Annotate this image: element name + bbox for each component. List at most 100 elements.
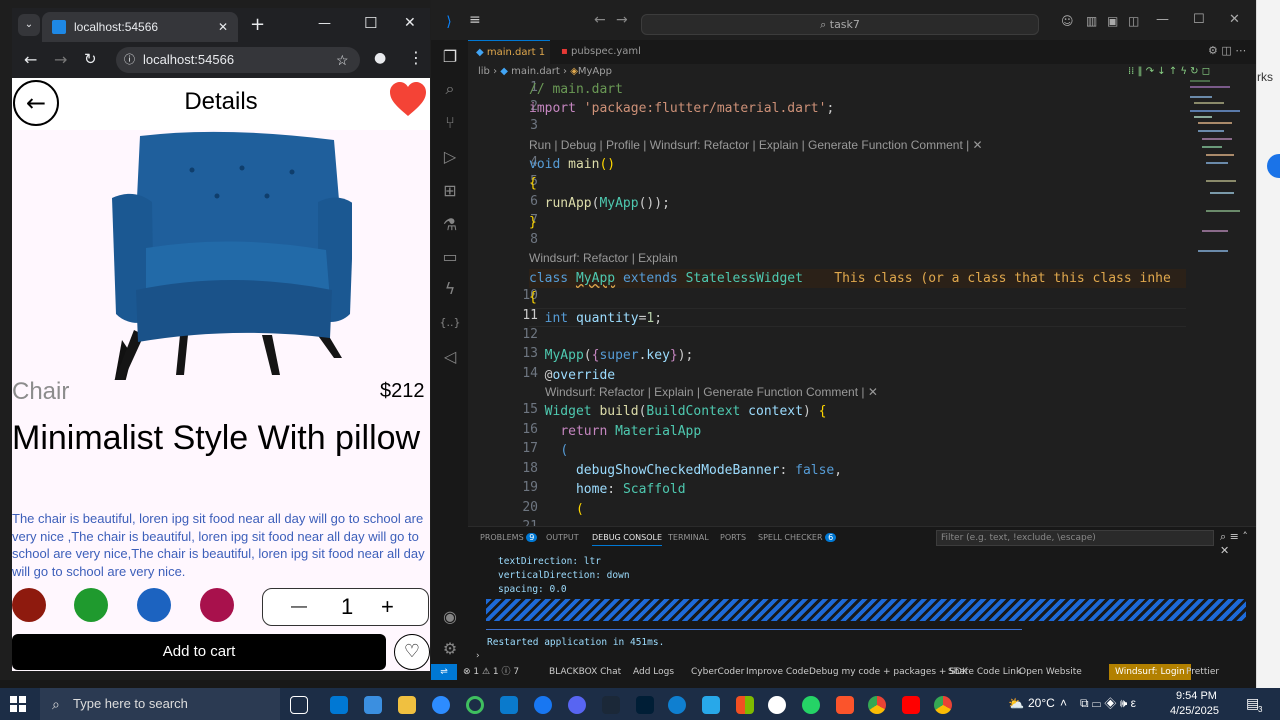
debug-toolbar[interactable]: ⁞⁞ ‖ ↷ ↓ ↑ ϟ ↻ ◻	[1128, 64, 1210, 80]
forward-arrow-icon[interactable]: →	[616, 12, 628, 28]
discord-icon[interactable]	[568, 696, 586, 714]
youtube-icon[interactable]	[902, 696, 920, 714]
console-filter-input[interactable]: Filter (e.g. text, !exclude, \escape)	[936, 530, 1214, 546]
status-open-website[interactable]: Open Website	[1019, 664, 1082, 680]
vscode-taskbar-icon[interactable]	[500, 696, 518, 714]
codelens-myapp[interactable]: Windsurf: Refactor | Explain	[529, 251, 678, 265]
color-swatch-blue[interactable]	[137, 588, 171, 622]
steam-icon[interactable]	[602, 696, 620, 714]
task-view-icon[interactable]	[290, 696, 308, 714]
chrome-active-icon[interactable]	[934, 696, 952, 714]
site-info-icon[interactable]: ⓘ	[124, 47, 135, 73]
minimize-icon[interactable]: —	[1156, 12, 1169, 27]
address-bar[interactable]: ⓘ localhost:54566 ☆	[116, 47, 360, 73]
breadcrumb-item[interactable]: lib	[478, 66, 490, 77]
windows-start-icon[interactable]	[10, 696, 26, 712]
close-icon[interactable]: ✕	[1229, 12, 1240, 27]
telegram-icon[interactable]	[702, 696, 720, 714]
tray-chevron-icon[interactable]: ˄	[1060, 696, 1067, 710]
run-debug-icon[interactable]: ▷	[439, 146, 461, 168]
breadcrumb-item[interactable]: MyApp	[578, 66, 612, 77]
profile-icon[interactable]: ●	[374, 50, 386, 66]
status-cybercoder[interactable]: CyberCoder	[691, 664, 744, 680]
panel-tab-spell-checker[interactable]: SPELL CHECKER 6	[758, 533, 837, 542]
microsoft-apps-icon[interactable]	[736, 696, 754, 714]
zoom-icon[interactable]	[432, 696, 450, 714]
mail-icon[interactable]	[364, 696, 382, 714]
new-tab-button[interactable]: +	[250, 14, 265, 35]
brave-icon[interactable]	[836, 696, 854, 714]
account-icon[interactable]: ◉	[439, 606, 461, 628]
status-blackbox-chat[interactable]: BLACKBOX Chat	[549, 664, 621, 680]
console-prompt-icon[interactable]: ›	[476, 651, 480, 661]
copilot-icon[interactable]: ☺	[1061, 14, 1074, 28]
refresh-app-icon[interactable]	[466, 696, 484, 714]
clock-date[interactable]: 4/25/2025	[1170, 705, 1219, 717]
minimize-button[interactable]: —	[318, 16, 331, 31]
panel-tab-terminal[interactable]: TERMINAL	[668, 533, 709, 542]
flutter-icon[interactable]: ◁	[439, 346, 461, 368]
file-explorer-icon[interactable]	[398, 696, 416, 714]
tab-pubspec[interactable]: ▪ pubspec.yaml	[553, 40, 653, 64]
panel-tab-debug-console[interactable]: DEBUG CONSOLE	[592, 533, 663, 546]
decrement-button[interactable]: —	[291, 598, 307, 616]
favorite-heart-icon[interactable]	[388, 80, 428, 120]
reload-icon[interactable]: ↻	[84, 50, 97, 68]
facebook-icon[interactable]	[534, 696, 552, 714]
back-arrow-icon[interactable]: ←	[24, 50, 37, 69]
color-swatch-magenta[interactable]	[200, 588, 234, 622]
back-arrow-icon[interactable]: ←	[594, 12, 606, 28]
panel-tab-ports[interactable]: PORTS	[720, 533, 746, 542]
chrome-icon[interactable]	[868, 696, 886, 714]
wishlist-button[interactable]: ♡	[394, 634, 430, 670]
maximize-icon[interactable]: ☐	[1193, 12, 1205, 27]
status-add-logs[interactable]: Add Logs	[633, 664, 674, 680]
remote-icon[interactable]: ▭	[439, 246, 461, 268]
editor-actions[interactable]: ⚙ ◫ ⋯	[1208, 44, 1246, 57]
codelens-main[interactable]: Run | Debug | Profile | Windsurf: Refact…	[529, 138, 983, 152]
panel-tab-problems[interactable]: PROBLEMS 9	[480, 533, 538, 542]
search-view-icon[interactable]: ⌕	[439, 78, 461, 100]
json-icon[interactable]: {..}	[439, 312, 461, 334]
panel-actions[interactable]: ⌕ ≡ ˄ ✕	[1220, 530, 1256, 557]
photoshop-icon[interactable]	[636, 696, 654, 714]
color-swatch-green[interactable]	[74, 588, 108, 622]
clock-time[interactable]: 9:54 PM	[1176, 690, 1217, 702]
remote-indicator-icon[interactable]: ⇌	[431, 664, 457, 680]
chatgpt-icon[interactable]	[768, 696, 786, 714]
edge-icon[interactable]	[668, 696, 686, 714]
toggle-panel-icon[interactable]: ▣	[1107, 14, 1118, 28]
extensions-icon[interactable]: ⊞	[439, 180, 461, 202]
status-improve-code[interactable]: Improve Code	[746, 664, 809, 680]
tab-main-dart[interactable]: ◆ main.dart 1 ✕	[468, 40, 550, 82]
close-button[interactable]: ✕	[404, 15, 416, 31]
lightning-icon[interactable]: ϟ	[439, 278, 461, 300]
taskbar-search[interactable]: ⌕ Type here to search	[40, 688, 280, 720]
browser-tab[interactable]: localhost:54566 ✕	[42, 12, 238, 42]
command-center-search[interactable]: ⌕ task7	[641, 14, 1039, 35]
temperature[interactable]: 20°C	[1008, 696, 1055, 710]
status-prettier[interactable]: Prettier	[1186, 664, 1219, 680]
bookmark-star-icon[interactable]: ☆	[336, 47, 349, 73]
layout-icon[interactable]: ▥	[1086, 14, 1097, 28]
code-editor[interactable]: // main.dart import 'package:flutter/mat…	[529, 80, 1186, 525]
status-share-code-link[interactable]: Share Code Link	[948, 664, 1021, 680]
minimap[interactable]	[1186, 80, 1246, 270]
status-debug-my-code[interactable]: Debug my code + packages + SDK	[809, 664, 968, 680]
explorer-icon[interactable]: ❐	[439, 46, 461, 68]
maximize-button[interactable]: ☐	[364, 14, 377, 32]
status-windsurf-login[interactable]: Windsurf: Login	[1109, 664, 1191, 680]
menu-icon[interactable]: ≡	[469, 12, 481, 28]
color-swatch-red[interactable]	[12, 588, 46, 622]
toggle-sidebar-icon[interactable]: ◫	[1128, 14, 1139, 28]
background-window[interactable]: rks	[1256, 0, 1280, 690]
codelens-build[interactable]: Windsurf: Refactor | Explain | Generate …	[545, 385, 878, 399]
settings-gear-icon[interactable]: ⚙	[439, 638, 461, 660]
testing-icon[interactable]: ⚗	[439, 214, 461, 236]
forward-arrow-icon[interactable]: →	[54, 50, 67, 69]
close-tab-icon[interactable]: ✕	[218, 12, 228, 42]
whatsapp-icon[interactable]	[802, 696, 820, 714]
background-window-button[interactable]	[1267, 154, 1280, 178]
panel-tab-output[interactable]: OUTPUT	[546, 533, 579, 542]
more-menu-icon[interactable]: ⋮	[408, 48, 424, 67]
